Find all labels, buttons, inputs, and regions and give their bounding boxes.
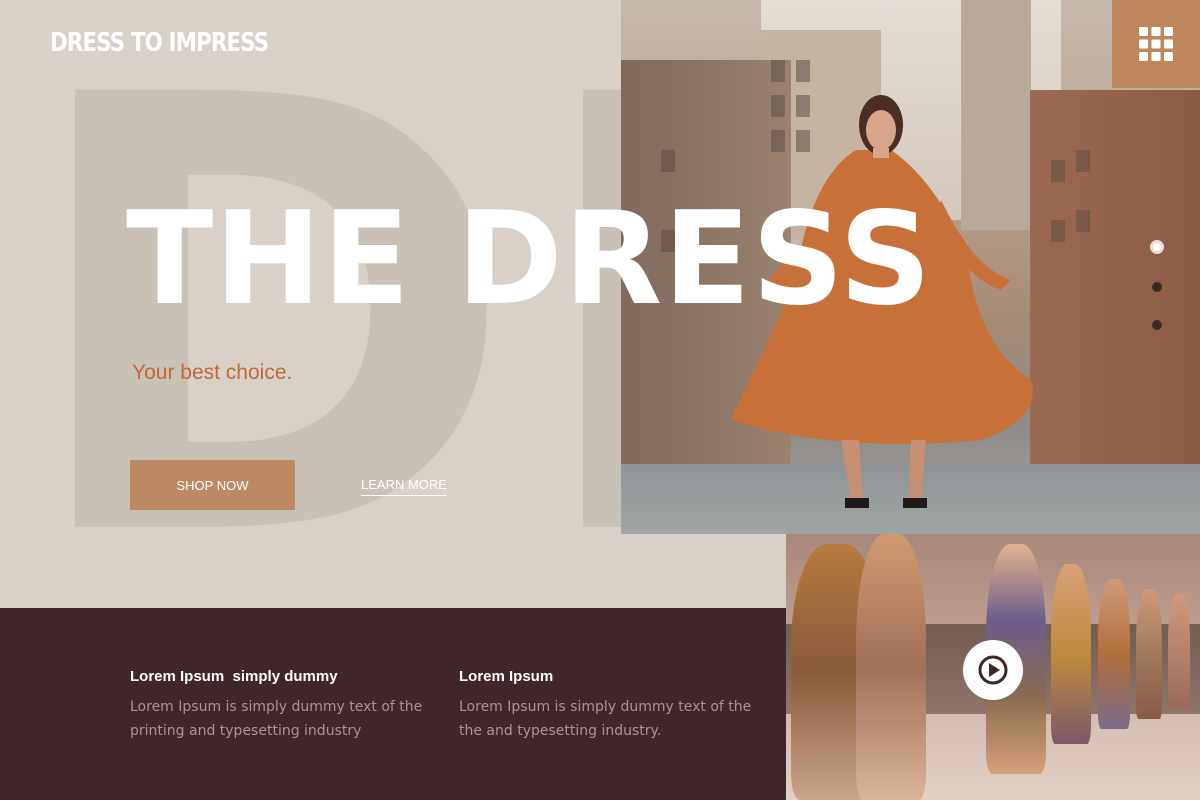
window [1051, 220, 1065, 242]
window [661, 150, 675, 172]
window [796, 60, 810, 82]
window [1076, 210, 1090, 232]
hero-tagline: Your best choice. [132, 361, 293, 384]
feature-text: Lorem Ipsum is simply dummy text of the … [459, 699, 752, 739]
feature-title: Lorem Ipsum simply dummy [130, 668, 338, 685]
grid-menu-icon [1139, 27, 1173, 61]
feature-item-1: Lorem Ipsum simply dummy Lorem Ipsum is … [130, 668, 430, 743]
window [1076, 150, 1090, 172]
runway-model [1098, 579, 1130, 729]
video-thumbnail[interactable] [786, 534, 1200, 800]
runway-model [1136, 589, 1162, 719]
photo-building-right [1030, 90, 1200, 480]
window [771, 60, 785, 82]
hero-headline: THE DRESS [126, 185, 933, 334]
runway-model [856, 534, 926, 800]
play-icon [978, 655, 1008, 685]
slider-dot-3[interactable] [1152, 320, 1162, 330]
slider-dot-2[interactable] [1152, 282, 1162, 292]
play-button[interactable] [963, 640, 1023, 700]
feature-text: Lorem Ipsum is simply dummy text of the … [130, 699, 423, 739]
runway-model [1168, 594, 1190, 709]
feature-title: Lorem Ipsum [459, 668, 554, 685]
features-bar: Lorem Ipsum simply dummy Lorem Ipsum is … [0, 608, 786, 800]
feature-item-2: Lorem Ipsum Lorem Ipsum is simply dummy … [459, 668, 759, 743]
menu-button[interactable] [1112, 0, 1200, 88]
shop-now-button[interactable]: SHOP NOW [130, 460, 295, 510]
brand-logo[interactable]: DRESS TO IMPRESS [50, 28, 269, 58]
runway-model [1051, 564, 1091, 744]
slider-dot-1[interactable] [1150, 240, 1164, 254]
learn-more-link[interactable]: LEARN MORE [361, 477, 447, 496]
slider-dots [1150, 240, 1164, 330]
window [1051, 160, 1065, 182]
